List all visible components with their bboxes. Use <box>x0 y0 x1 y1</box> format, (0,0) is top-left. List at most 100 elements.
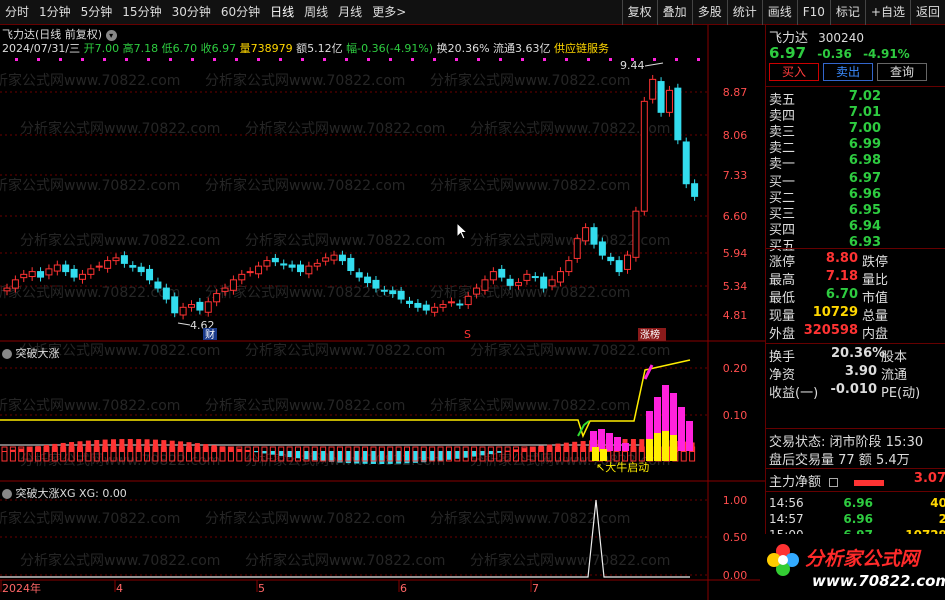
ind1-bar <box>253 451 259 453</box>
ind1-bar <box>102 439 108 452</box>
ind1-magenta-bar <box>614 437 621 451</box>
chevron-down-icon[interactable]: ▾ <box>105 29 117 41</box>
tool-button-1[interactable]: 叠加 <box>656 0 692 25</box>
tool-button-5[interactable]: F10 <box>796 0 830 25</box>
stat-label: 外盘 <box>769 327 796 342</box>
period-tab-8[interactable]: 月线 <box>333 0 367 25</box>
watermark-text: 分析家公式网www.70822.com <box>0 397 180 414</box>
quote-high: 高7.18 <box>122 42 159 55</box>
watermark-text: 分析家公式网www.70822.com <box>430 177 630 194</box>
bid-label: 买三 <box>769 207 796 222</box>
logo-line2: www.70822.com <box>812 572 945 590</box>
candle-body <box>179 306 187 316</box>
candle-body <box>53 264 61 272</box>
signal-marker <box>653 58 656 61</box>
candle-body <box>146 268 154 281</box>
candle-body <box>364 276 372 284</box>
gear-icon[interactable] <box>2 349 12 359</box>
ind1-bar <box>555 443 561 452</box>
bid-row[interactable]: 买三 6.95 <box>769 203 944 222</box>
ask-row[interactable]: 卖三 7.00 <box>769 121 944 140</box>
ind1-bar <box>354 451 360 464</box>
candle-body <box>355 272 363 278</box>
bid-label: 买二 <box>769 191 796 206</box>
menu-icon[interactable] <box>829 478 839 487</box>
candle-body <box>447 301 455 304</box>
indicator1-title-text: 突破大涨 <box>15 347 60 360</box>
kline-chart[interactable]: 分析家公式网www.70822.com 分析家公式网www.70822.com 分析… <box>0 25 765 600</box>
candle-body <box>640 100 648 212</box>
stat-label-2: 总量 <box>862 309 889 324</box>
bid-price: 6.94 <box>848 219 881 234</box>
tool-button-2[interactable]: 多股 <box>691 0 727 25</box>
bid-row[interactable]: 买二 6.96 <box>769 187 944 206</box>
ind1-annotation: ↖大牛启动 <box>596 460 649 474</box>
tick-time: 14:56 <box>769 496 804 510</box>
candle-body <box>649 78 657 100</box>
period-tab-1[interactable]: 1分钟 <box>34 0 76 25</box>
stat-value: 10729 <box>812 305 858 320</box>
signal-marker <box>81 58 84 61</box>
tool-button-6[interactable]: 标记 <box>829 0 865 25</box>
watermark-text: 分析家公式网www.70822.com <box>205 397 405 414</box>
candle-body <box>255 265 263 275</box>
signal-marker <box>389 58 392 61</box>
candle-body <box>531 276 539 279</box>
quote-sector: 供应链服务 <box>554 42 610 55</box>
ask-row[interactable]: 卖一 6.98 <box>769 153 944 172</box>
ind1-bar <box>261 451 267 454</box>
ind1-magenta-line <box>643 364 654 380</box>
tool-button-4[interactable]: 画线 <box>761 0 797 25</box>
ind1-bar <box>27 447 33 452</box>
period-tab-2[interactable]: 5分钟 <box>76 0 118 25</box>
period-tab-9[interactable]: 更多> <box>367 0 411 25</box>
candle-body <box>624 254 632 270</box>
candle-body <box>607 256 615 262</box>
stat-value: 8.80 <box>825 251 858 266</box>
candle-body <box>120 255 128 264</box>
candle-body <box>154 281 162 289</box>
bid-row[interactable]: 买四 6.94 <box>769 219 944 238</box>
tick-volume: 2 <box>873 512 945 527</box>
ind1-bar <box>111 439 117 452</box>
candle-body <box>456 303 464 306</box>
tool-button-3[interactable]: 统计 <box>726 0 762 25</box>
candle-body <box>271 257 279 263</box>
candle-body <box>313 262 321 267</box>
quote-close: 收6.97 <box>200 42 237 55</box>
quote-line: 2024/07/31/三 开7.00 高7.18 低6.70 收6.97 量73… <box>2 40 609 56</box>
chart-area[interactable]: 分析家公式网www.70822.com 分析家公式网www.70822.com 分析… <box>0 25 765 600</box>
ask-row[interactable]: 卖五 7.02 <box>769 89 944 108</box>
candle-body <box>171 296 179 314</box>
candle-body <box>104 260 112 269</box>
watermark-text: 分析家公式网www.70822.com <box>470 232 670 249</box>
period-tab-3[interactable]: 15分钟 <box>117 0 166 25</box>
candle-body <box>87 268 95 275</box>
period-tab-4[interactable]: 30分钟 <box>167 0 216 25</box>
candle-body <box>674 87 682 141</box>
tool-button-7[interactable]: +自选 <box>864 0 910 25</box>
candle-body <box>347 257 355 272</box>
period-tab-0[interactable]: 分时 <box>0 0 34 25</box>
gear-icon[interactable] <box>2 489 12 499</box>
period-tab-7[interactable]: 周线 <box>299 0 333 25</box>
sell-button[interactable]: 卖出 <box>823 63 873 81</box>
query-button[interactable]: 查询 <box>877 63 927 81</box>
tool-button-8[interactable]: 返回 <box>909 0 945 25</box>
candle-body <box>229 279 237 291</box>
bid-row[interactable]: 买一 6.97 <box>769 171 944 190</box>
ind1-yellow-bar <box>592 447 599 461</box>
tool-button-0[interactable]: 复权 <box>621 0 657 25</box>
ind1-bar <box>152 439 158 452</box>
ask-row[interactable]: 卖二 6.99 <box>769 137 944 156</box>
ind1-bar <box>530 446 536 452</box>
ask-row[interactable]: 卖四 7.01 <box>769 105 944 124</box>
period-tab-5[interactable]: 60分钟 <box>216 0 265 25</box>
ind1-magenta-bar <box>678 407 685 451</box>
buy-button[interactable]: 买入 <box>769 63 819 81</box>
ind1-bar <box>119 439 125 452</box>
logo-line1: 分析家公式网 <box>805 548 920 570</box>
period-tab-6[interactable]: 日线 <box>265 0 299 25</box>
stat-label: 涨停 <box>769 255 796 270</box>
signal-marker <box>499 58 502 61</box>
